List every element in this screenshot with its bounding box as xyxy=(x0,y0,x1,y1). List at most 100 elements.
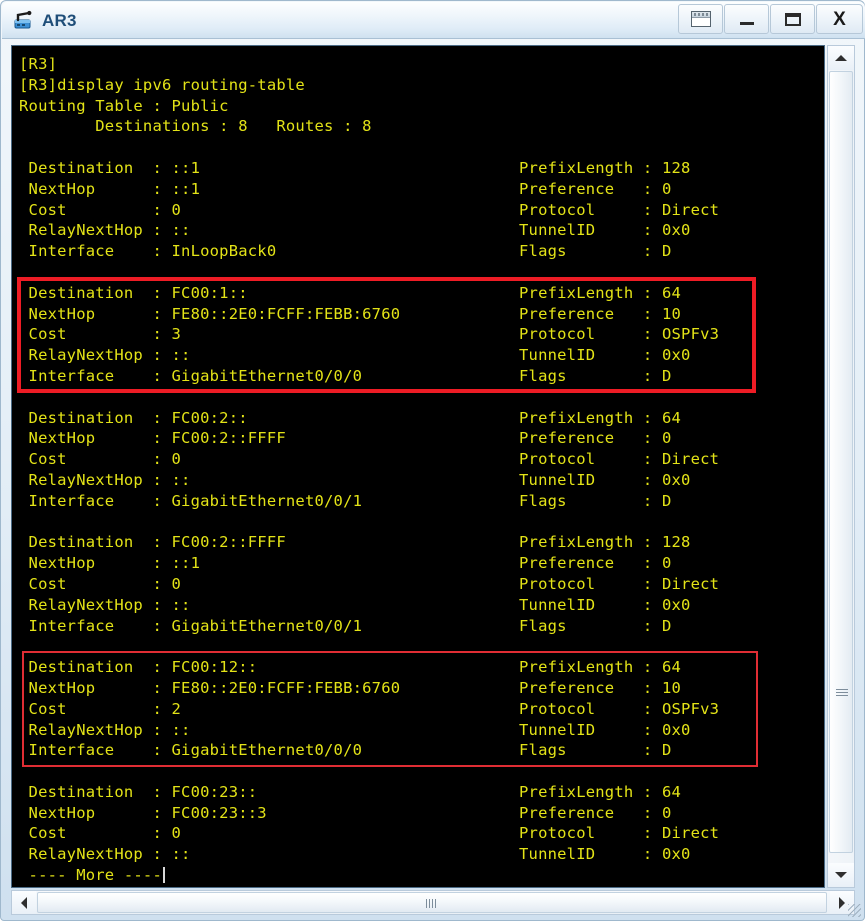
console-line-left: [R3] xyxy=(19,55,58,73)
console-line-left: NextHop : FE80::2E0:FCFF:FEBB:6760 xyxy=(19,304,401,323)
triangle-left-icon xyxy=(21,896,27,909)
console-line-left: Interface : GigabitEthernet0/0/0 xyxy=(19,741,363,760)
console-line-left: [R3]display ipv6 routing-table xyxy=(19,75,305,94)
maximize-button[interactable] xyxy=(770,4,815,34)
console-line-left: Cost : 0 xyxy=(19,200,182,219)
console-line-left: Destination : FC00:23:: xyxy=(19,782,258,801)
terminal-window: AR3 X [R3] [R3]display ipv6 routing-table… xyxy=(0,0,865,921)
close-button[interactable]: X xyxy=(816,4,863,34)
console-line-right: PrefixLength : 64 xyxy=(519,408,682,427)
console-line-right: Flags : D xyxy=(519,616,672,635)
console-line-right: Flags : D xyxy=(519,741,672,760)
route-field-row: RelayNextHop : :: TunnelID : 0x0 xyxy=(19,220,691,241)
console-line-left: Routing Table : Public xyxy=(19,96,229,115)
console-line-right: TunnelID : 0x0 xyxy=(519,595,691,614)
console-line-left: Interface : GigabitEthernet0/0/1 xyxy=(19,491,363,510)
console-line-right: Flags : D xyxy=(519,491,672,510)
resize-grip[interactable] xyxy=(848,904,861,917)
console-output: [R3] [R3]display ipv6 routing-table Routin… xyxy=(19,54,719,886)
more-prompt-text: ---- More ---- xyxy=(19,866,162,885)
console-line-left: Cost : 0 xyxy=(19,574,182,593)
console-line-left: NextHop : ::1 xyxy=(19,179,201,198)
route-field-row: NextHop : FE80::2E0:FCFF:FEBB:6760 Prefer… xyxy=(19,304,681,325)
route-field-row: Cost : 0 Protocol : Direct xyxy=(19,200,719,221)
scroll-down-button[interactable] xyxy=(828,863,854,887)
console-line-right: PrefixLength : 128 xyxy=(519,158,691,177)
console-line-left: Destination : FC00:1:: xyxy=(19,283,248,302)
console-line-left: NextHop : FC00:2::FFFF xyxy=(19,429,286,448)
console-line-right: Protocol : Direct xyxy=(519,574,720,593)
more-prompt: ---- More ---- xyxy=(19,865,400,886)
route-field-row: RelayNextHop : :: TunnelID : 0x0 xyxy=(19,470,691,491)
terminal-console[interactable]: [R3] [R3]display ipv6 routing-table Routin… xyxy=(11,45,825,888)
console-line-right: Protocol : Direct xyxy=(519,200,720,219)
console-line-right: TunnelID : 0x0 xyxy=(519,470,691,489)
scrollbar-grip-icon xyxy=(836,689,848,698)
route-field-row: Cost : 2 Protocol : OSPFv3 xyxy=(19,699,719,720)
route-field-row: Interface : GigabitEthernet0/0/0 Flags : … xyxy=(19,366,672,387)
console-line-left: Destinations : 8 Routes : 8 xyxy=(19,117,372,136)
console-line-right: Preference : 10 xyxy=(519,678,682,697)
console-line-right: TunnelID : 0x0 xyxy=(519,845,691,864)
horizontal-scrollbar-thumb[interactable] xyxy=(37,892,827,913)
console-line-right: Preference : 10 xyxy=(519,304,682,323)
route-field-row: Destination : FC00:12:: PrefixLength : 64 xyxy=(19,657,681,678)
route-field-row: Interface : GigabitEthernet0/0/1 Flags : … xyxy=(19,616,672,637)
maximize-icon xyxy=(784,12,801,26)
title-bar-left: AR3 xyxy=(12,7,77,35)
route-field-row: Interface : GigabitEthernet0/0/1 Flags : … xyxy=(19,491,672,512)
console-line-left: RelayNextHop : :: xyxy=(19,720,191,739)
console-line-left: RelayNextHop : :: xyxy=(19,845,191,864)
console-line-right: PrefixLength : 128 xyxy=(519,533,691,552)
console-line-right: Flags : D xyxy=(519,242,672,261)
console-line-left: RelayNextHop : :: xyxy=(19,346,191,365)
restore-small-button[interactable] xyxy=(678,4,723,34)
scroll-left-button[interactable] xyxy=(12,891,36,914)
route-field-row: NextHop : ::1 Preference : 0 xyxy=(19,179,672,200)
console-line-right: Protocol : OSPFv3 xyxy=(519,699,720,718)
console-line-right: PrefixLength : 64 xyxy=(519,782,682,801)
triangle-right-icon xyxy=(839,896,845,909)
console-header-line: Destinations : 8 Routes : 8 xyxy=(19,116,400,137)
route-field-row: Cost : 0 Protocol : Direct xyxy=(19,823,719,844)
console-line-left: Cost : 3 xyxy=(19,325,182,344)
console-header-line: [R3]display ipv6 routing-table xyxy=(19,75,400,96)
route-field-row: RelayNextHop : :: TunnelID : 0x0 xyxy=(19,844,691,865)
scroll-up-button[interactable] xyxy=(828,46,854,70)
console-line-left: RelayNextHop : :: xyxy=(19,470,191,489)
route-field-row: Cost : 3 Protocol : OSPFv3 xyxy=(19,324,719,345)
console-line-left: NextHop : FC00:23::3 xyxy=(19,803,267,822)
route-field-row: NextHop : ::1 Preference : 0 xyxy=(19,553,672,574)
console-line-right: Protocol : Direct xyxy=(519,450,720,469)
console-line-left: Interface : GigabitEthernet0/0/0 xyxy=(19,366,363,385)
vertical-scrollbar-thumb[interactable] xyxy=(829,71,853,853)
console-line-left: Cost : 0 xyxy=(19,450,182,469)
route-field-row: Destination : FC00:2::FFFF PrefixLength :… xyxy=(19,532,691,553)
route-field-row: Interface : InLoopBack0 Flags : D xyxy=(19,241,672,262)
console-line-right: TunnelID : 0x0 xyxy=(519,221,691,240)
route-field-row: Cost : 0 Protocol : Direct xyxy=(19,574,719,595)
console-line-left: Interface : InLoopBack0 xyxy=(19,242,277,261)
console-line-left: Interface : GigabitEthernet0/0/1 xyxy=(19,616,363,635)
router-icon xyxy=(12,9,36,33)
vertical-scrollbar[interactable] xyxy=(827,45,855,888)
title-bar[interactable]: AR3 X xyxy=(2,2,865,39)
horizontal-scrollbar[interactable] xyxy=(11,890,855,915)
minimize-button[interactable] xyxy=(724,4,769,34)
route-field-row: Destination : ::1 PrefixLength : 128 xyxy=(19,158,691,179)
console-line-left: Destination : ::1 xyxy=(19,158,201,177)
console-line-right: PrefixLength : 64 xyxy=(519,283,682,302)
route-field-row: NextHop : FC00:23::3 Preference : 0 xyxy=(19,803,672,824)
console-line-left: RelayNextHop : :: xyxy=(19,595,191,614)
console-line-right: Flags : D xyxy=(519,366,672,385)
minimize-icon xyxy=(739,21,754,25)
console-line-right: Preference : 0 xyxy=(519,803,672,822)
console-line-left: Destination : FC00:12:: xyxy=(19,658,258,677)
route-field-row: Destination : FC00:2:: PrefixLength : 64 xyxy=(19,408,681,429)
route-field-row: NextHop : FC00:2::FFFF Preference : 0 xyxy=(19,428,672,449)
